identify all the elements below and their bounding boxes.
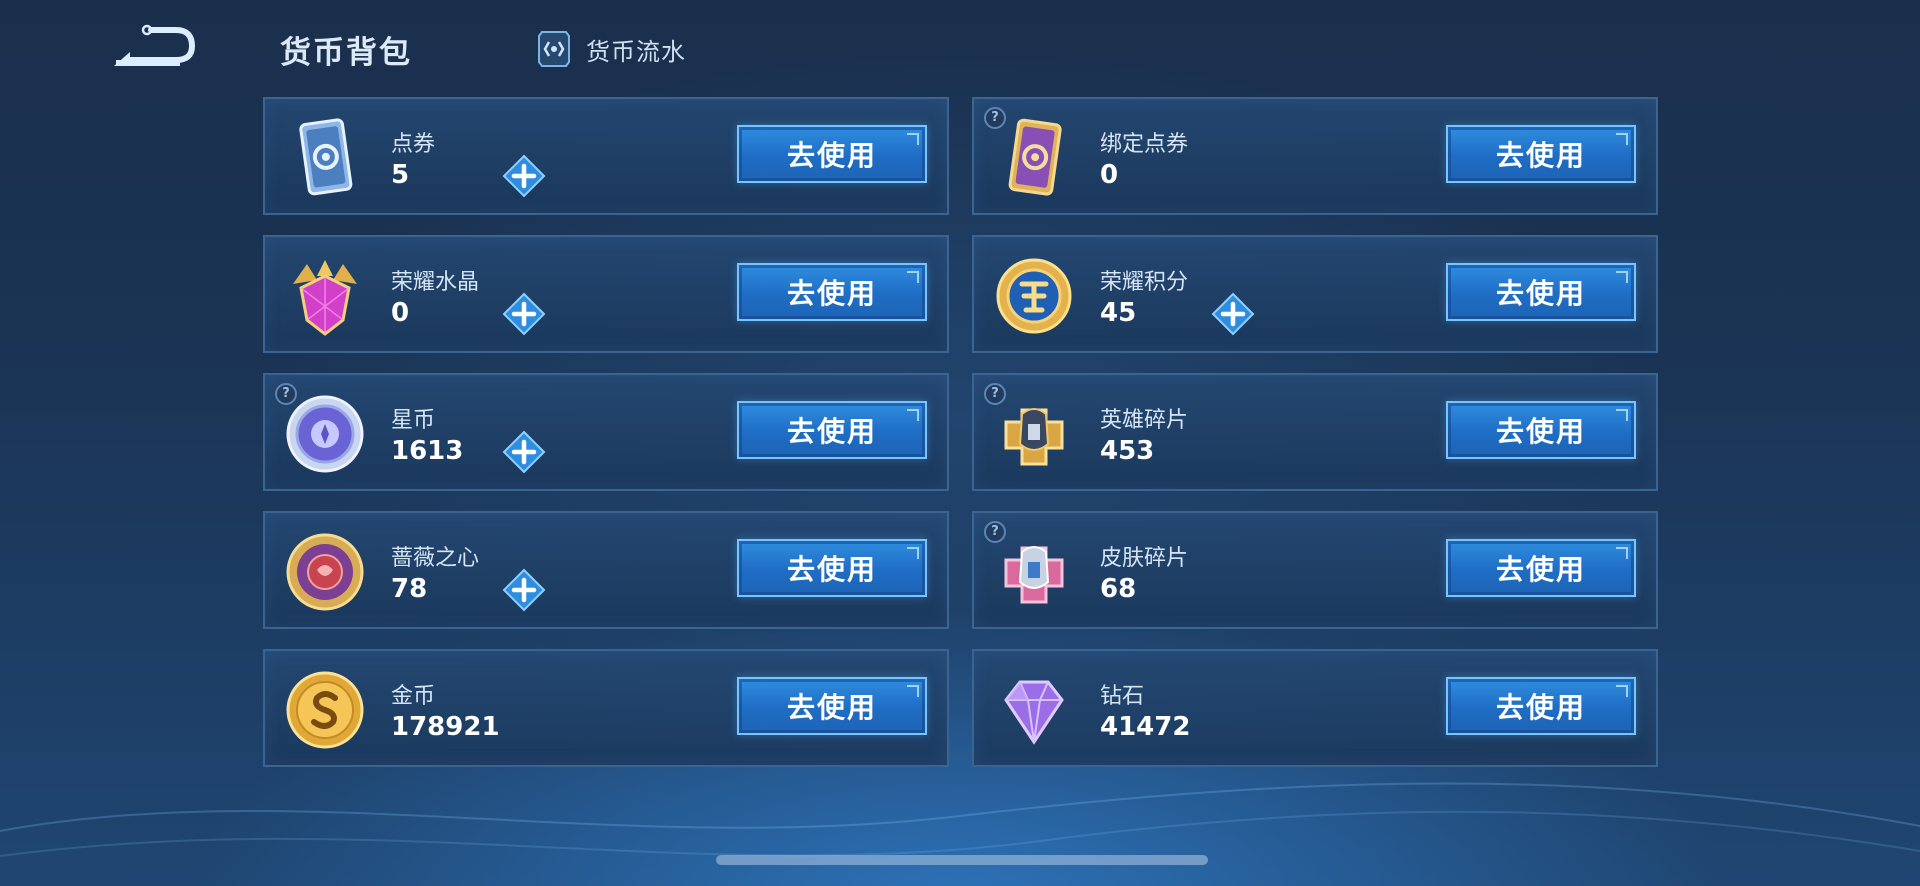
- use-bound-tickets-button[interactable]: 去使用: [1446, 125, 1636, 183]
- currency-amount: 41472: [1100, 712, 1191, 742]
- currency-name: 荣耀水晶: [391, 270, 480, 295]
- currency-card-diamond: 钻石 41472 去使用: [972, 649, 1658, 767]
- currency-amount: 0: [391, 298, 410, 328]
- use-hero-fragment-button[interactable]: 去使用: [1446, 401, 1636, 459]
- use-rose-heart-button[interactable]: 去使用: [737, 539, 927, 597]
- currency-amount: 1613: [391, 436, 464, 466]
- rose-heart-icon: [286, 533, 364, 611]
- currency-amount: 68: [1100, 574, 1137, 604]
- currency-card-glory-points: 荣耀积分 45 去使用: [972, 235, 1658, 353]
- currency-name: 英雄碎片: [1100, 408, 1189, 433]
- currency-card-glory-crystal: 荣耀水晶 0 去使用: [263, 235, 949, 353]
- use-glory-points-button[interactable]: 去使用: [1446, 263, 1636, 321]
- currency-grid: 点券 5 去使用 ? 绑定点券 0 去使用 荣耀水晶 0 去使用 荣耀积分 45…: [263, 97, 1658, 767]
- bound-ticket-card-icon: [1008, 118, 1062, 196]
- currency-card-gold-coin: 金币 178921 去使用: [263, 649, 949, 767]
- use-gold-coin-button[interactable]: 去使用: [737, 677, 927, 735]
- currency-flow-label: 货币流水: [586, 37, 686, 66]
- currency-card-rose-heart: 蔷薇之心 78 去使用: [263, 511, 949, 629]
- add-star-coin-button[interactable]: [502, 430, 546, 474]
- ledger-card-icon: [538, 31, 570, 67]
- currency-amount: 78: [391, 574, 428, 604]
- add-glory-crystal-button[interactable]: [502, 292, 546, 336]
- currency-flow-link[interactable]: 货币流水: [536, 28, 686, 70]
- glory-crystal-icon: [293, 260, 357, 336]
- currency-name: 点券: [391, 132, 436, 157]
- currency-card-bound-tickets: ? 绑定点券 0 去使用: [972, 97, 1658, 215]
- glory-points-icon: [996, 258, 1072, 334]
- star-coin-icon: [286, 395, 364, 473]
- currency-name: 金币: [391, 684, 436, 709]
- skin-fragment-icon: [1004, 546, 1064, 604]
- currency-name: 钻石: [1100, 684, 1145, 709]
- home-indicator[interactable]: [716, 855, 1208, 865]
- currency-card-tickets: 点券 5 去使用: [263, 97, 949, 215]
- currency-amount: 45: [1100, 298, 1137, 328]
- use-star-coin-button[interactable]: 去使用: [737, 401, 927, 459]
- back-button[interactable]: [108, 22, 200, 74]
- currency-name: 蔷薇之心: [391, 546, 480, 571]
- use-glory-crystal-button[interactable]: 去使用: [737, 263, 927, 321]
- currency-amount: 0: [1100, 160, 1119, 190]
- gold-coin-icon: [286, 671, 364, 749]
- currency-amount: 5: [391, 160, 410, 190]
- use-skin-fragment-button[interactable]: 去使用: [1446, 539, 1636, 597]
- use-diamond-button[interactable]: 去使用: [1446, 677, 1636, 735]
- page-title: 货币背包: [280, 35, 412, 71]
- currency-amount: 453: [1100, 436, 1155, 466]
- add-tickets-button[interactable]: [502, 154, 546, 198]
- currency-name: 星币: [391, 408, 436, 433]
- currency-name: 绑定点券: [1100, 132, 1189, 157]
- currency-card-star-coin: ? 星币 1613 去使用: [263, 373, 949, 491]
- currency-name: 皮肤碎片: [1100, 546, 1189, 571]
- add-rose-heart-button[interactable]: [502, 568, 546, 612]
- use-tickets-button[interactable]: 去使用: [737, 125, 927, 183]
- ticket-card-icon: [299, 118, 353, 196]
- currency-card-skin-fragment: ? 皮肤碎片 68 去使用: [972, 511, 1658, 629]
- diamond-icon: [1004, 680, 1064, 745]
- hero-fragment-icon: [1004, 408, 1064, 466]
- currency-card-hero-fragment: ? 英雄碎片 453 去使用: [972, 373, 1658, 491]
- currency-amount: 178921: [391, 712, 500, 742]
- currency-name: 荣耀积分: [1100, 270, 1189, 295]
- add-glory-points-button[interactable]: [1211, 292, 1255, 336]
